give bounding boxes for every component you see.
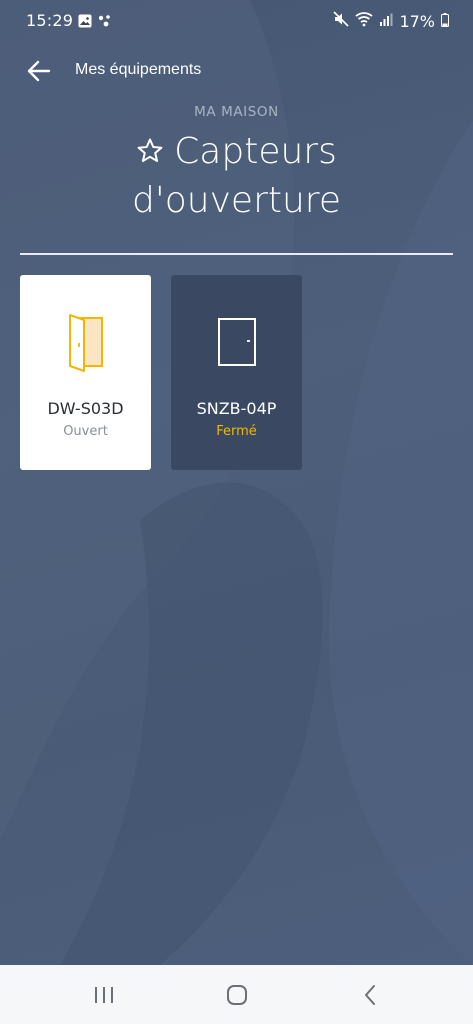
back-button[interactable] bbox=[22, 54, 56, 88]
device-state: Ouvert bbox=[63, 424, 108, 439]
app-header: Mes équipements bbox=[0, 52, 473, 92]
back-icon bbox=[365, 985, 375, 1005]
recents-icon bbox=[95, 987, 113, 1003]
device-name: DW-S03D bbox=[47, 399, 124, 418]
battery-percentage: 17% bbox=[399, 11, 435, 31]
wifi-icon bbox=[355, 11, 373, 31]
title-divider bbox=[20, 253, 453, 255]
star-outline-icon[interactable] bbox=[136, 130, 164, 177]
header-title: Mes équipements bbox=[75, 61, 202, 78]
status-bar: 15:29 17% bbox=[0, 0, 473, 38]
door-closed-icon bbox=[171, 311, 302, 371]
device-card-dw-s03d[interactable]: DW-S03D Ouvert bbox=[20, 275, 151, 470]
mute-icon bbox=[333, 11, 350, 31]
system-nav-bar bbox=[0, 965, 473, 1024]
arrow-left-icon bbox=[27, 60, 51, 82]
door-open-icon bbox=[20, 311, 151, 372]
status-right: 17% bbox=[333, 11, 449, 31]
nav-back-button[interactable] bbox=[350, 979, 390, 1011]
device-name: SNZB-04P bbox=[196, 399, 277, 418]
assistant-dots-icon bbox=[98, 13, 112, 32]
page-title-text-1: Capteurs bbox=[174, 131, 337, 172]
home-icon bbox=[227, 985, 247, 1005]
status-time: 15:29 bbox=[26, 11, 74, 30]
image-icon bbox=[78, 13, 92, 32]
status-left-icons bbox=[78, 13, 112, 32]
page-title: Capteurs d'ouverture bbox=[0, 128, 473, 224]
recents-button[interactable] bbox=[84, 979, 124, 1011]
device-card-snzb-04p[interactable]: SNZB-04P Fermé bbox=[171, 275, 302, 470]
home-button[interactable] bbox=[217, 979, 257, 1011]
battery-icon bbox=[441, 12, 449, 31]
section-caption: MA MAISON bbox=[194, 104, 279, 120]
signal-icon bbox=[379, 12, 393, 31]
page-title-line-1: Capteurs bbox=[0, 128, 473, 177]
page-title-line-2: d'ouverture bbox=[132, 180, 341, 221]
device-state: Fermé bbox=[216, 424, 257, 439]
